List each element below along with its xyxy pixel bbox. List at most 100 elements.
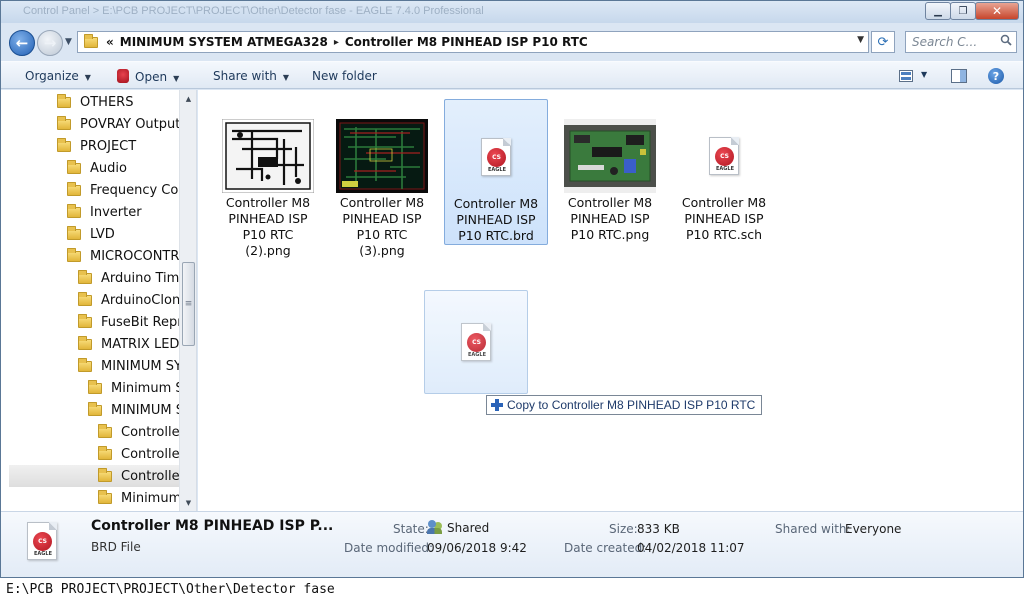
- refresh-button[interactable]: ⟳: [871, 31, 895, 53]
- tree-item-audio[interactable]: Audio: [67, 157, 196, 179]
- folder-icon: [57, 137, 71, 152]
- breadcrumb-separator-icon[interactable]: ▸: [334, 37, 339, 48]
- organize-menu[interactable]: Organize ▼: [25, 69, 91, 83]
- open-label: Open: [135, 70, 168, 84]
- document-icon: CS EAGLE: [481, 138, 511, 176]
- tree-label: Controller: [121, 446, 185, 462]
- tree-scrollbar[interactable]: ▲ ≡ ▼: [179, 90, 196, 511]
- tree-item-project[interactable]: PROJECT: [57, 135, 196, 157]
- window-title: Control Panel > E:\PCB PROJECT\PROJECT\O…: [23, 5, 484, 17]
- details-file-name: Controller M8 PINHEAD ISP P...: [91, 518, 334, 534]
- scroll-up-icon[interactable]: ▲: [180, 90, 196, 107]
- drag-tooltip-text: Copy to Controller M8 PINHEAD ISP P10 RT…: [507, 398, 756, 412]
- search-icon[interactable]: [1000, 34, 1012, 46]
- plus-icon: [491, 399, 503, 411]
- pcb-dark-thumbnail: [336, 119, 428, 193]
- eagle-label: EAGLE: [716, 166, 734, 172]
- file-name: Controller M8 PINHEAD ISP P10 RTC (2).pn…: [225, 195, 311, 258]
- search-input[interactable]: Search C...: [905, 31, 1017, 53]
- folder-icon: [67, 247, 81, 262]
- scroll-down-icon[interactable]: ▼: [180, 494, 196, 511]
- change-view-icon[interactable]: [899, 70, 913, 82]
- close-button[interactable]: ✕: [975, 2, 1019, 20]
- explorer-window: Control Panel > E:\PCB PROJECT\PROJECT\O…: [0, 0, 1024, 578]
- view-options-dropdown[interactable]: ▼: [921, 70, 927, 79]
- file-tile[interactable]: Controller M8 PINHEAD ISP P10 RTC (3).pn…: [330, 99, 434, 258]
- folder-icon: [88, 379, 102, 394]
- date-created-value: 04/02/2018 11:07: [637, 541, 745, 555]
- document-icon: CS EAGLE: [27, 522, 57, 560]
- share-with-menu[interactable]: Share with ▼: [213, 69, 289, 83]
- shared-with-label: Shared with:: [775, 522, 851, 536]
- chevron-down-icon: ▼: [84, 73, 91, 82]
- help-icon[interactable]: ?: [988, 68, 1004, 84]
- back-button[interactable]: ←: [9, 30, 35, 56]
- eagle-file-icon: CS EAGLE: [450, 120, 542, 194]
- chevron-down-icon: ▼: [173, 74, 180, 83]
- share-with-label: Share with: [213, 69, 277, 83]
- eagle-logo: CS: [487, 148, 506, 167]
- tree-item-povray-output[interactable]: POVRAY Output: [57, 113, 196, 135]
- back-arrow-icon: ←: [15, 34, 29, 52]
- file-name: Controller M8 PINHEAD ISP P10 RTC (3).pn…: [339, 195, 425, 258]
- tree-item-controller-selected[interactable]: Controller: [9, 465, 181, 487]
- date-created-label: Date created:: [564, 541, 647, 555]
- date-modified-value: 09/06/2018 9:42: [427, 541, 527, 555]
- eagle-file-icon: CS EAGLE: [27, 522, 57, 560]
- chevron-down-icon: ▼: [282, 73, 290, 82]
- title-bar[interactable]: Control Panel > E:\PCB PROJECT\PROJECT\O…: [1, 1, 1023, 23]
- navigation-pane: OTHERS POVRAY Output PROJECT Audio Frequ…: [1, 90, 197, 511]
- file-tile[interactable]: Controller M8 PINHEAD ISP P10 RTC (2).pn…: [216, 99, 320, 258]
- breadcrumb-overflow[interactable]: «: [106, 35, 114, 49]
- navigation-bar: ← → ▼ « MINIMUM SYSTEM ATMEGA328 ▸ Contr…: [1, 25, 1023, 61]
- drag-preview: CS EAGLE: [424, 290, 528, 394]
- file-tile[interactable]: CS EAGLE Controller M8 PINHEAD ISP P10 R…: [672, 99, 776, 245]
- minimize-button[interactable]: ▁: [925, 2, 951, 20]
- tree-item-microcontroller[interactable]: MICROCONTROLLER: [67, 245, 196, 267]
- tree-item-inverter[interactable]: Inverter: [67, 201, 196, 223]
- folder-icon: [67, 203, 81, 218]
- folder-icon: [78, 357, 92, 372]
- file-name: Controller M8 PINHEAD ISP P10 RTC.sch: [681, 195, 767, 242]
- eagle-label: EAGLE: [488, 167, 506, 173]
- maximize-button[interactable]: ❐: [950, 2, 976, 20]
- document-icon: CS EAGLE: [709, 137, 739, 175]
- eagle-label: EAGLE: [34, 551, 52, 557]
- recent-pages-dropdown[interactable]: ▼: [65, 37, 72, 47]
- shared-with-value: Everyone: [845, 522, 902, 536]
- scroll-thumb[interactable]: ≡: [182, 262, 195, 346]
- drag-tooltip: Copy to Controller M8 PINHEAD ISP P10 RT…: [486, 395, 763, 415]
- pcb-bw-image: [222, 119, 314, 193]
- tree-item-lvd[interactable]: LVD: [67, 223, 196, 245]
- eagle-label: EAGLE: [468, 352, 486, 358]
- open-menu[interactable]: Open ▼: [117, 69, 179, 84]
- pcb-3d-image: [564, 119, 656, 193]
- folder-icon: [98, 445, 112, 460]
- size-value: 833 KB: [637, 522, 680, 536]
- tree-label: ArduinoClone: [101, 292, 189, 308]
- shared-users-icon: [427, 520, 443, 534]
- file-tile-selected[interactable]: CS EAGLE Controller M8 PINHEAD ISP P10 R…: [444, 99, 548, 245]
- tree-label: MATRIX LED: [101, 336, 180, 352]
- folder-icon: [67, 225, 81, 240]
- tree-item-frequency-counter[interactable]: Frequency Counter: [67, 179, 196, 201]
- forward-button[interactable]: →: [37, 30, 63, 56]
- folder-icon: [98, 489, 112, 504]
- eagle-logo: CS: [33, 532, 52, 551]
- address-bar[interactable]: « MINIMUM SYSTEM ATMEGA328 ▸ Controller …: [77, 31, 869, 53]
- forward-arrow-icon: →: [43, 34, 57, 52]
- address-dropdown-icon[interactable]: ▼: [857, 35, 864, 45]
- tree-item-others[interactable]: OTHERS: [57, 91, 196, 113]
- file-name: Controller M8 PINHEAD ISP P10 RTC.png: [567, 195, 653, 242]
- file-tile[interactable]: Controller M8 PINHEAD ISP P10 RTC.png: [558, 99, 662, 245]
- new-folder-button[interactable]: New folder: [312, 69, 377, 83]
- breadcrumb-item[interactable]: Controller M8 PINHEAD ISP P10 RTC: [345, 35, 588, 49]
- preview-pane-icon[interactable]: [951, 69, 967, 83]
- state-text: Shared: [447, 521, 490, 535]
- tree-label: Minimum: [121, 490, 182, 506]
- file-name: Controller M8 PINHEAD ISP P10 RTC.brd: [453, 196, 539, 243]
- details-file-type: BRD File: [91, 540, 141, 554]
- pcb-dark-image: [336, 119, 428, 193]
- folder-icon: [67, 159, 81, 174]
- breadcrumb-item[interactable]: MINIMUM SYSTEM ATMEGA328: [120, 35, 328, 49]
